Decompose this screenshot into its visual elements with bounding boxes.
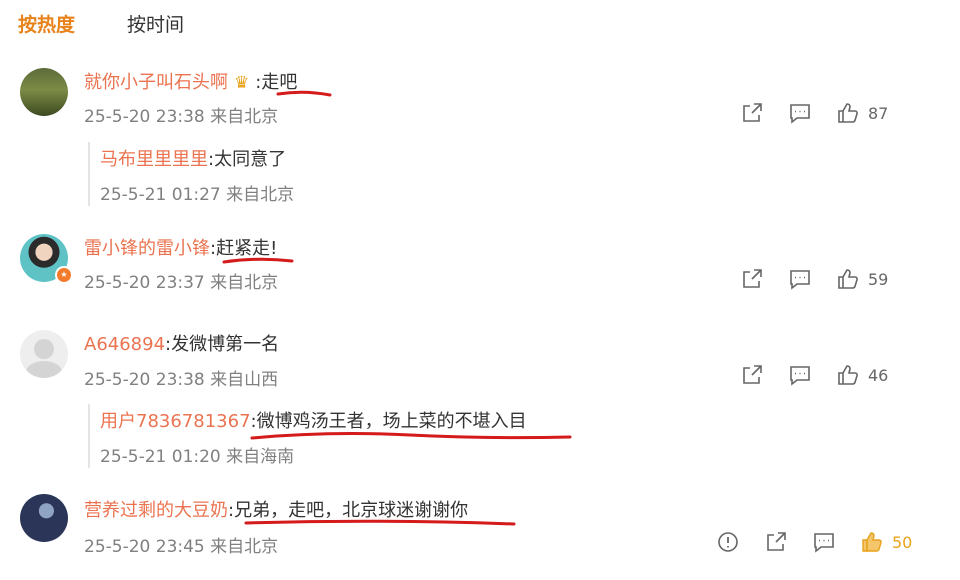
share-icon [767,532,786,551]
share-icon [743,103,762,122]
comment-line: 就你小子叫石头啊 ♛:走吧 [84,68,297,94]
reply-line: 马布里里里里:太同意了 [100,145,286,171]
comment-text: :发微博第一名 [165,334,280,355]
comment-actions: 87 [740,100,930,126]
thumbs-up-icon [862,532,882,552]
like-count: 87 [868,103,889,123]
comment-button[interactable] [812,529,836,555]
comment-button[interactable] [788,362,812,388]
share-icon [743,269,762,288]
comment-text: :走吧 [255,72,298,93]
comment-text: :赶紧走! [210,238,278,259]
avatar[interactable] [20,330,68,378]
comment-line: A646894:发微博第一名 [84,330,279,356]
like-button[interactable]: 59 [836,266,888,292]
tab-by-hotness[interactable]: 按热度 [18,10,75,37]
verified-badge-icon: ★ [55,266,73,284]
default-avatar-body [26,361,62,378]
comment-username[interactable]: A646894 [84,334,165,355]
tab-by-time[interactable]: 按时间 [127,10,184,37]
like-button[interactable]: 87 [836,100,888,126]
avatar[interactable] [20,494,68,542]
share-button[interactable] [764,529,788,555]
thumbs-up-icon [838,365,858,385]
crown-badge-icon: ♛ [234,73,250,93]
comment-button[interactable] [788,100,812,126]
like-count: 50 [892,532,913,552]
avatar[interactable] [20,68,68,116]
reply-timestamp: 25-5-21 01:27 来自北京 [100,185,295,205]
comment-actions: 46 [740,362,930,388]
share-button[interactable] [740,266,764,292]
comment-icon [790,366,810,386]
reply-line: 用户7836781367:微博鸡汤王者，场上菜的不堪入目 [100,407,527,433]
comment-timestamp: 25-5-20 23:45 来自北京 [84,537,279,557]
comment-actions: 59 [740,266,930,292]
comment-line: 营养过剩的大豆奶:兄弟，走吧，北京球迷谢谢你 [84,496,468,522]
share-button[interactable] [740,100,764,126]
thumbs-up-icon [838,269,858,289]
comment-text: :兄弟，走吧，北京球迷谢谢你 [228,500,469,521]
comment-button[interactable] [788,266,812,292]
sort-tabs: 按热度 按时间 [0,0,960,52]
share-icon [743,365,762,384]
comment-timestamp: 25-5-20 23:38 来自山西 [84,370,279,390]
report-icon [718,532,738,552]
share-button[interactable] [740,362,764,388]
comment-icon [814,533,834,553]
comment-icon [790,270,810,290]
reply-timestamp: 25-5-21 01:20 来自海南 [100,447,295,467]
reply-text: :微博鸡汤王者，场上菜的不堪入目 [250,411,527,432]
comment-username[interactable]: 营养过剩的大豆奶 [84,500,228,521]
comment-line: 雷小锋的雷小锋:赶紧走! [84,234,277,260]
comment-timestamp: 25-5-20 23:38 来自北京 [84,107,279,127]
report-button[interactable] [716,529,740,555]
comment-icon [790,104,810,124]
like-count: 59 [868,269,889,289]
comment-actions: 50 [718,529,930,555]
like-button[interactable]: 46 [836,362,888,388]
reply-username[interactable]: 用户7836781367 [100,411,251,432]
default-avatar-icon [34,339,54,359]
thumbs-up-icon [838,103,858,123]
comment-timestamp: 25-5-20 23:37 来自北京 [84,273,279,293]
like-button-active[interactable]: 50 [860,529,912,555]
like-count: 46 [868,365,889,385]
reply-text: :太同意了 [208,149,287,170]
comment-username[interactable]: 雷小锋的雷小锋 [84,238,210,259]
comment-username[interactable]: 就你小子叫石头啊 [84,72,228,93]
reply-username[interactable]: 马布里里里里 [100,149,208,170]
reply-item: 用户7836781367:微博鸡汤王者，场上菜的不堪入目 25-5-21 01:… [88,404,570,468]
reply-item: 马布里里里里:太同意了 25-5-21 01:27 来自北京 [88,142,430,206]
